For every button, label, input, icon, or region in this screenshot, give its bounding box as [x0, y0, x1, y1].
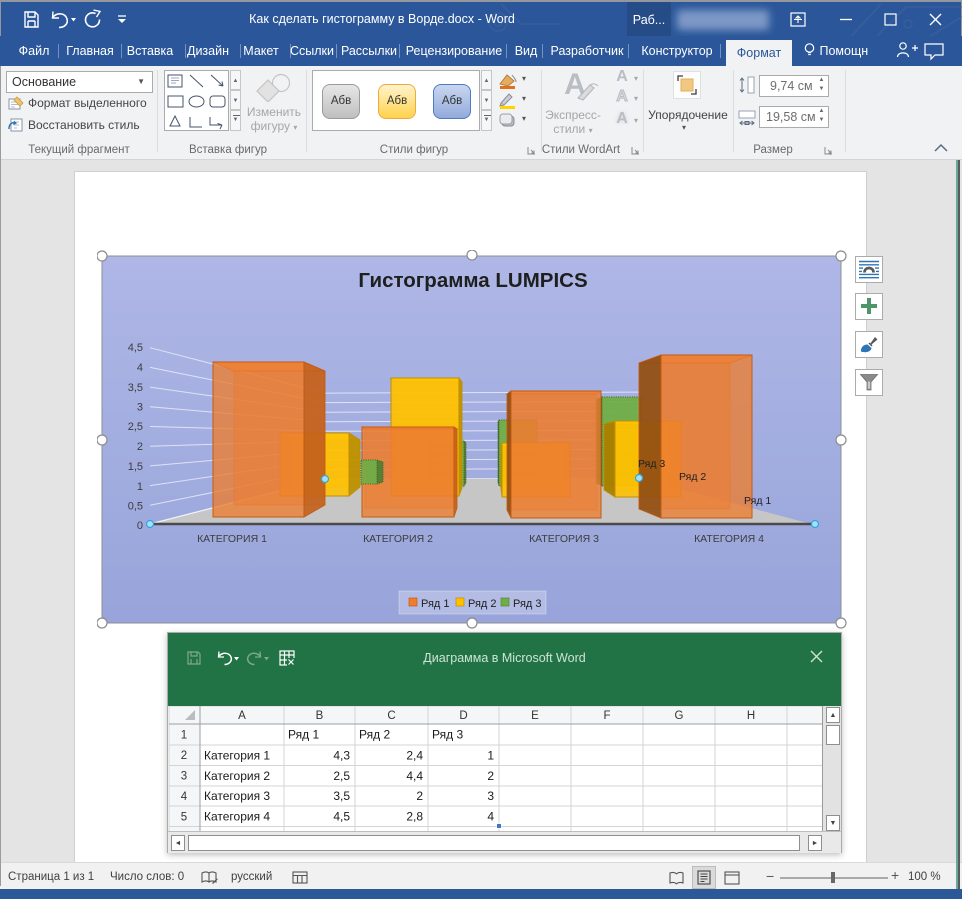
svg-text:4,5: 4,5 — [128, 342, 143, 354]
svg-text:3,5: 3,5 — [333, 789, 350, 803]
svg-text:G: G — [675, 710, 684, 722]
svg-text:0: 0 — [137, 520, 143, 532]
svg-text:Ряд 2: Ряд 2 — [468, 598, 497, 610]
svg-text:КАТЕГОРИЯ 3: КАТЕГОРИЯ 3 — [529, 533, 599, 545]
svg-text:Категория 2: Категория 2 — [204, 769, 270, 783]
svg-text:1: 1 — [137, 481, 143, 493]
svg-text:2,8: 2,8 — [406, 810, 423, 824]
svg-text:Категория 1: Категория 1 — [204, 748, 270, 762]
svg-text:3: 3 — [137, 402, 143, 414]
svg-text:КАТЕГОРИЯ 2: КАТЕГОРИЯ 2 — [363, 533, 433, 545]
svg-text:2,5: 2,5 — [128, 421, 143, 433]
svg-text:3: 3 — [181, 771, 187, 783]
svg-text:Категория 3: Категория 3 — [204, 789, 270, 803]
svg-text:Ряд 2: Ряд 2 — [359, 728, 390, 742]
svg-text:4: 4 — [181, 791, 188, 803]
svg-text:C: C — [387, 710, 395, 722]
svg-text:2: 2 — [181, 750, 187, 762]
svg-text:F: F — [603, 710, 610, 722]
svg-text:4,3: 4,3 — [333, 748, 350, 762]
svg-text:2: 2 — [137, 441, 143, 453]
svg-text:Ряд 2: Ряд 2 — [679, 471, 706, 483]
svg-text:Ряд 3: Ряд 3 — [638, 458, 665, 470]
svg-text:КАТЕГОРИЯ 1: КАТЕГОРИЯ 1 — [197, 533, 267, 545]
svg-text:КАТЕГОРИЯ 4: КАТЕГОРИЯ 4 — [694, 533, 764, 545]
svg-text:4: 4 — [487, 810, 494, 824]
svg-text:Гистограмма LUMPICS: Гистограмма LUMPICS — [358, 269, 587, 292]
svg-text:Ряд 1: Ряд 1 — [288, 728, 319, 742]
svg-text:A: A — [238, 710, 246, 722]
svg-text:1: 1 — [487, 748, 494, 762]
svg-text:1: 1 — [181, 730, 187, 742]
svg-text:4,4: 4,4 — [406, 769, 423, 783]
svg-text:4,5: 4,5 — [333, 810, 350, 824]
svg-text:B: B — [316, 710, 324, 722]
svg-text:Категория 4: Категория 4 — [204, 810, 270, 824]
svg-text:1,5: 1,5 — [128, 461, 143, 473]
svg-text:Ряд 1: Ряд 1 — [744, 495, 771, 507]
svg-text:2,4: 2,4 — [406, 748, 423, 762]
svg-text:2: 2 — [416, 789, 423, 803]
svg-text:Ряд 1: Ряд 1 — [421, 598, 450, 610]
svg-text:Ряд 3: Ряд 3 — [432, 728, 463, 742]
svg-text:0,5: 0,5 — [128, 501, 143, 513]
svg-text:2,5: 2,5 — [333, 769, 350, 783]
svg-text:3,5: 3,5 — [128, 382, 143, 394]
svg-text:E: E — [531, 710, 539, 722]
svg-text:H: H — [747, 710, 755, 722]
svg-text:2: 2 — [487, 769, 494, 783]
svg-text:3: 3 — [487, 789, 494, 803]
svg-text:4: 4 — [137, 362, 143, 374]
svg-text:D: D — [459, 710, 467, 722]
svg-text:5: 5 — [181, 811, 187, 823]
svg-text:Ряд 3: Ряд 3 — [513, 598, 542, 610]
